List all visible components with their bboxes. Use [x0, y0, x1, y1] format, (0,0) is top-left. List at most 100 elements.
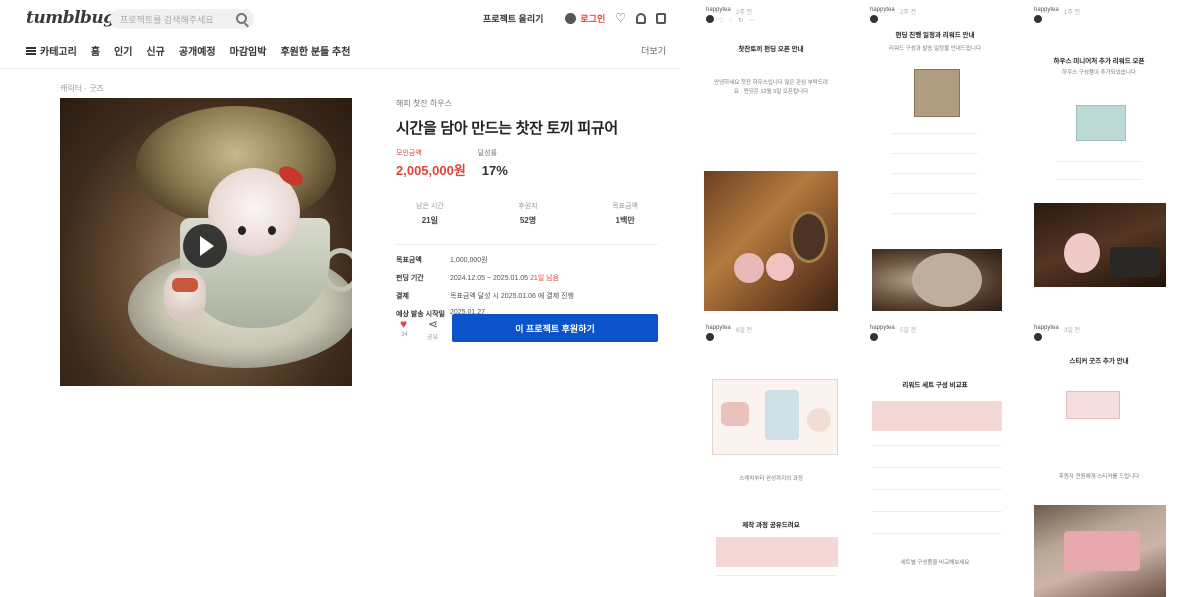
- start-project-link[interactable]: 프로젝트 올리기: [483, 12, 543, 25]
- play-icon: [200, 236, 214, 256]
- nav-item-home[interactable]: 홈: [91, 43, 100, 58]
- product-page: tumblbug 프로젝트를 검색해주세요 프로젝트 올리기 로그인 ♡ 카테고…: [0, 0, 680, 597]
- avatar[interactable]: [1034, 333, 1042, 341]
- login-button[interactable]: 로그인: [565, 12, 605, 25]
- post-card[interactable]: happytea 3일 전 스티커 굿즈 추가 안내 후원자 전원에게 스티커를…: [1032, 323, 1166, 597]
- divider: [892, 213, 978, 214]
- post-header: happytea 5일 전: [870, 325, 1000, 345]
- bunny-eye: [268, 226, 276, 235]
- post-photo[interactable]: [704, 171, 838, 311]
- top-bar: tumblbug 프로젝트를 검색해주세요 프로젝트 올리기 로그인 ♡: [0, 0, 680, 36]
- menu-icon: [26, 46, 36, 55]
- room-sketch: [765, 390, 799, 440]
- post-title: 찻잔토끼 펀딩 오픈 안내: [738, 46, 804, 53]
- bag-icon[interactable]: [656, 12, 666, 24]
- nav-item-new[interactable]: 신규: [146, 43, 164, 58]
- nav-item-recommend[interactable]: 후원한 분들 추천: [280, 43, 350, 58]
- post-text: 세트별 구성품을 비교해보세요: [900, 560, 970, 566]
- post-photo[interactable]: [872, 249, 1002, 311]
- action-bar: ♥ 34 ⋖ 공유 이 프로젝트 후원하기: [396, 314, 658, 342]
- bunny-sketch: [807, 408, 831, 432]
- post-user[interactable]: happytea: [1034, 7, 1059, 13]
- mini-bunny-hat: [172, 278, 198, 292]
- post-photo[interactable]: [1034, 203, 1166, 287]
- product-image[interactable]: [60, 98, 352, 386]
- detail-key: 결제: [396, 293, 409, 300]
- post-card[interactable]: happytea 6일 전 스케치부터 완성까지의 과정 제작 과정 공유드려요: [704, 323, 838, 597]
- box: [1110, 247, 1160, 277]
- stat-item: 목표금액 1백만: [612, 201, 638, 226]
- post-title: 하우스 미니어처 추가 리워드 오픈: [1053, 58, 1145, 65]
- nav-more[interactable]: 더보기: [641, 44, 666, 57]
- stat-item: 후원자 52명: [518, 201, 537, 226]
- detail-row: 결제 목표금액 달성 시 2025.01.06 에 결제 진행: [396, 291, 658, 301]
- share-icon[interactable]: ⋖: [428, 317, 438, 331]
- divider: [716, 575, 836, 576]
- post-title: 스티커 굿즈 추가 안내: [1069, 358, 1129, 365]
- info-divider: [396, 244, 658, 245]
- stat-value: 52명: [519, 216, 537, 225]
- detail-key: 펀딩 기간: [396, 275, 424, 282]
- avatar[interactable]: [706, 333, 714, 341]
- heart-icon[interactable]: ♥: [400, 317, 407, 331]
- bunny-figure: [766, 253, 794, 281]
- detail-value: 2024.12.05 ~ 2025.01.05 21일 남음: [450, 275, 560, 282]
- search-input[interactable]: 프로젝트를 검색해주세요: [110, 9, 254, 29]
- post-title: 제작 과정 공유드려요: [742, 522, 800, 529]
- illustration-band: [872, 401, 1002, 431]
- post-photo[interactable]: [1034, 505, 1166, 597]
- site-logo[interactable]: tumblbug: [26, 8, 115, 28]
- house-illustration: [914, 69, 960, 117]
- divider: [892, 173, 978, 174]
- reaction-icons[interactable]: ♡ ◌ ↻ ⋯: [718, 17, 757, 24]
- avatar[interactable]: [706, 15, 714, 23]
- post-title: 리워드 세트 구성 비교표: [902, 382, 968, 389]
- stat-label: 남은 시간: [416, 203, 444, 210]
- post-text: 하우스 구성품이 추가되었습니다: [1062, 70, 1136, 76]
- divider: [892, 193, 978, 194]
- post-user[interactable]: happytea: [706, 325, 731, 331]
- post-card[interactable]: happytea 2주 전 ♡ ◌ ↻ ⋯ 찻잔토끼 펀딩 오픈 안내 안녕하세…: [704, 5, 838, 313]
- creator-name[interactable]: 해피 찻잔 하우스: [396, 98, 658, 109]
- post-user[interactable]: happytea: [706, 7, 731, 13]
- avatar[interactable]: [870, 15, 878, 23]
- divider: [1056, 161, 1142, 162]
- nav-item-closing[interactable]: 마감임박: [230, 43, 267, 58]
- detail-list: 목표금액 1,000,000원 펀딩 기간 2024.12.05 ~ 2025.…: [396, 255, 658, 319]
- price-labels: 모인금액 달성률: [396, 148, 658, 158]
- post-text: 스케치부터 완성까지의 과정: [739, 476, 803, 482]
- avatar[interactable]: [1034, 15, 1042, 23]
- back-project-button[interactable]: 이 프로젝트 후원하기: [452, 314, 658, 342]
- frame: [790, 211, 828, 263]
- price-label: 모인금액: [396, 150, 422, 157]
- post-card[interactable]: happytea 5일 전 리워드 세트 구성 비교표 세트별 구성품을 비교해…: [868, 323, 1002, 597]
- post-header: happytea 2주 전: [870, 7, 1000, 27]
- post-header: happytea 2주 전 ♡ ◌ ↻ ⋯: [706, 7, 836, 27]
- breadcrumb[interactable]: 캐릭터 · 굿즈: [60, 83, 104, 94]
- product-info: 해피 찻잔 하우스 시간을 담아 만드는 찻잔 토끼 피규어 모인금액 달성률 …: [396, 98, 658, 327]
- search-icon[interactable]: [236, 13, 247, 24]
- nav-item-upcoming[interactable]: 공개예정: [179, 43, 216, 58]
- heart-icon[interactable]: ♡: [615, 11, 626, 25]
- post-user[interactable]: happytea: [1034, 325, 1059, 331]
- bell-icon[interactable]: [636, 12, 646, 24]
- product-title: 시간을 담아 만드는 찻잔 토끼 피규어: [396, 120, 618, 137]
- post-card[interactable]: happytea 2주 전 펀딩 진행 일정과 리워드 안내 리워드 구성과 발…: [868, 5, 1002, 313]
- rate-value: 17%: [481, 163, 508, 178]
- stat-value: 1백만: [615, 216, 635, 225]
- share-label: 공유: [427, 335, 439, 341]
- sticker-sheet: [1064, 531, 1140, 571]
- divider: [872, 511, 1002, 512]
- detail-row: 목표금액 1,000,000원: [396, 255, 658, 265]
- divider: [892, 153, 978, 154]
- post-text: 안녕하세요 찻잔 하우스입니다 많은 관심 부탁드려요 · 펀딩은 12월 5일…: [714, 80, 828, 95]
- play-button[interactable]: [183, 224, 227, 268]
- avatar[interactable]: [870, 333, 878, 341]
- post-user[interactable]: happytea: [870, 325, 895, 331]
- nav-item-popular[interactable]: 인기: [114, 43, 132, 58]
- post-user[interactable]: happytea: [870, 7, 895, 13]
- bunny-eye: [238, 226, 246, 235]
- nav-item-category[interactable]: 카테고리: [26, 43, 77, 58]
- divider: [1056, 179, 1142, 180]
- post-card[interactable]: happytea 1주 전 하우스 미니어처 추가 리워드 오픈 하우스 구성품…: [1032, 5, 1166, 313]
